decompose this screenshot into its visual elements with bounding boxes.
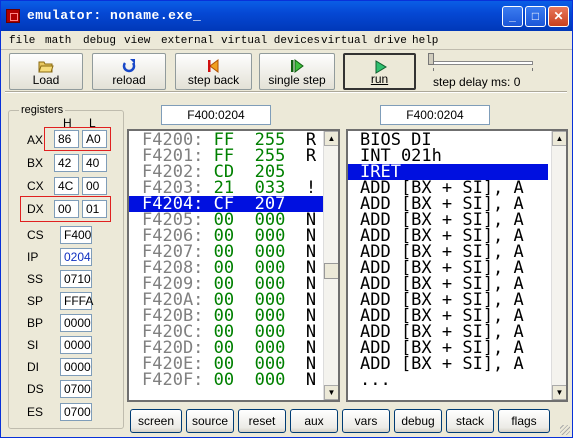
load-button[interactable]: Load [9, 53, 83, 90]
cx-low-field[interactable]: 00 [82, 177, 107, 195]
reset-button[interactable]: reset [238, 409, 286, 433]
app-icon[interactable] [6, 9, 20, 23]
screen-button[interactable]: screen [130, 409, 182, 433]
reload-label: reload [112, 73, 146, 87]
memory-scrollbar[interactable]: ▲ ▼ [323, 131, 338, 400]
memory-ch-cell: N [305, 370, 317, 390]
memory-ch-cell: ! [305, 178, 317, 198]
es-field[interactable]: 0700 [60, 403, 92, 421]
folder-open-icon [38, 61, 54, 73]
debug-button[interactable]: debug [394, 409, 442, 433]
vars-button[interactable]: vars [342, 409, 390, 433]
run-label: run [370, 72, 389, 86]
ip-field[interactable]: 0204 [60, 248, 92, 266]
register-label-di: DI [27, 360, 39, 374]
toolbar-separator [5, 91, 567, 93]
register-label-ss: SS [27, 272, 44, 286]
register-label-ip: IP [27, 250, 39, 264]
ax-low-field[interactable]: A0 [82, 130, 107, 148]
disassembly-panel[interactable]: BIOS DI INT 021h IRET ADD [BX + SI], A ADD [… [346, 129, 568, 402]
cs-field[interactable]: F400 [60, 226, 92, 244]
disassembly-address-input[interactable]: F400:0204 [380, 105, 490, 125]
menu-help[interactable]: help [412, 35, 438, 47]
step-delay-slider-track[interactable] [433, 61, 533, 65]
step-delay-label: step delay ms: 0 [433, 75, 521, 89]
minimize-button[interactable]: _ [502, 6, 523, 27]
aux-button[interactable]: aux [290, 409, 338, 433]
disassembly-scroll-up-arrow[interactable]: ▲ [552, 131, 566, 146]
register-label-ds: DS [27, 382, 44, 396]
register-label-ax: AX [27, 133, 44, 147]
step-back-icon [207, 59, 218, 73]
memory-scroll-up-arrow[interactable]: ▲ [324, 131, 338, 146]
cx-high-field[interactable]: 4C [54, 177, 79, 195]
window-title: emulator: noname.exe_ [27, 8, 202, 23]
memory-hex-cell: 00 [213, 370, 235, 390]
menu-view[interactable]: view [124, 35, 150, 47]
bx-high-field[interactable]: 42 [54, 154, 79, 172]
resize-grip[interactable] [560, 425, 570, 435]
disassembly-scrollbar[interactable]: ▲ ▼ [551, 131, 566, 400]
memory-panel[interactable]: F4200: FF 255 R F4201: FF 255 R F4202: CD … [127, 129, 340, 402]
menu-virtual-devices[interactable]: virtual devices [221, 35, 320, 47]
si-field[interactable]: 0000 [60, 336, 92, 354]
register-label-bp: BP [27, 316, 44, 330]
ds-field[interactable]: 0700 [60, 380, 92, 398]
menu-bar: file math debug view external virtual de… [1, 32, 572, 50]
menu-debug[interactable]: debug [83, 35, 116, 47]
memory-row[interactable]: F420F: 00 000 N [129, 370, 325, 390]
menu-virtual-drive[interactable]: virtual drive [321, 35, 407, 47]
single-step-button[interactable]: single step [259, 53, 335, 90]
sp-field[interactable]: FFFA [60, 292, 93, 310]
memory-scroll-thumb[interactable] [324, 263, 338, 279]
memory-ch-cell: R [305, 146, 317, 166]
memory-dec-cell: 000 [254, 370, 286, 390]
load-label: Load [32, 73, 60, 87]
step-back-button[interactable]: step back [175, 53, 252, 90]
register-label-dx: DX [27, 202, 44, 216]
stack-button[interactable]: stack [446, 409, 494, 433]
title-bar[interactable]: emulator: noname.exe_ _ □ ✕ [1, 1, 572, 31]
menu-external[interactable]: external [161, 35, 214, 47]
register-label-si: SI [27, 338, 39, 352]
memory-address-input[interactable]: F400:0204 [161, 105, 271, 125]
emulator-window: emulator: noname.exe_ _ □ ✕ file math de… [0, 0, 573, 438]
flags-button[interactable]: flags [498, 409, 550, 433]
single-step-label: single step [268, 73, 326, 87]
memory-scroll-down-arrow[interactable]: ▼ [324, 385, 338, 400]
close-button[interactable]: ✕ [548, 6, 569, 27]
ss-field[interactable]: 0710 [60, 270, 92, 288]
maximize-button[interactable]: □ [525, 6, 546, 27]
disassembly-scroll-down-arrow[interactable]: ▼ [552, 385, 566, 400]
dx-low-field[interactable]: 01 [82, 200, 107, 218]
step-delay-slider-thumb[interactable] [428, 53, 434, 65]
bp-field[interactable]: 0000 [60, 314, 92, 332]
menu-file[interactable]: file [9, 35, 35, 47]
menu-math[interactable]: math [45, 35, 71, 47]
ax-high-field[interactable]: 86 [54, 130, 79, 148]
single-step-icon [291, 59, 304, 73]
run-button[interactable]: run [343, 53, 416, 90]
slider-ticks [433, 68, 533, 71]
register-label-cs: CS [27, 228, 44, 242]
registers-title: registers [19, 104, 66, 116]
reload-arrow-icon [122, 59, 136, 73]
register-label-cx: CX [27, 179, 44, 193]
disassembly-line[interactable]: ... [348, 372, 391, 389]
register-label-es: ES [27, 405, 44, 419]
step-back-label: step back [187, 73, 240, 87]
memory-addr-cell: F420F: [142, 370, 204, 390]
reload-button[interactable]: reload [92, 53, 166, 90]
di-field[interactable]: 0000 [60, 358, 92, 376]
dx-high-field[interactable]: 00 [54, 200, 79, 218]
bx-low-field[interactable]: 40 [82, 154, 107, 172]
source-button[interactable]: source [186, 409, 234, 433]
register-label-bx: BX [27, 156, 44, 170]
register-label-sp: SP [27, 294, 44, 308]
